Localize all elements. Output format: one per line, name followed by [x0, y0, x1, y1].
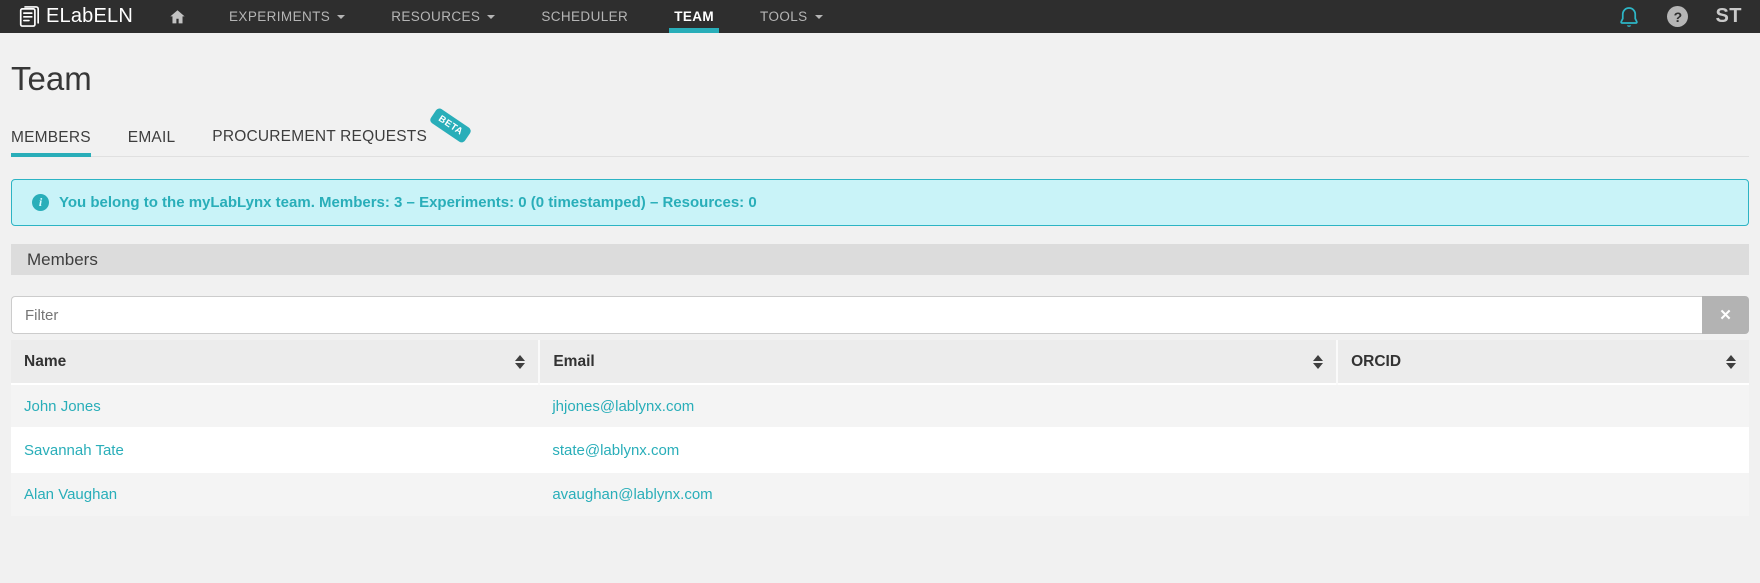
column-header-email-label: Email: [553, 353, 594, 370]
team-tabs: MEMBERS EMAIL PROCUREMENT REQUESTSBETA: [11, 128, 1749, 157]
nav-resources[interactable]: RESOURCES: [386, 0, 500, 33]
info-icon: i: [32, 194, 49, 211]
tab-procurement-requests[interactable]: PROCUREMENT REQUESTSBETA: [212, 128, 468, 156]
members-table: Name Email ORCID John Jones jhjones@labl…: [11, 340, 1749, 516]
nav-experiments-label: EXPERIMENTS: [229, 9, 330, 24]
team-info-text: You belong to the myLabLynx team. Member…: [59, 194, 757, 211]
sort-icon[interactable]: [1726, 355, 1736, 369]
nav-experiments[interactable]: EXPERIMENTS: [224, 0, 350, 33]
nav-tools[interactable]: TOOLS: [755, 0, 828, 33]
tab-members[interactable]: MEMBERS: [11, 129, 91, 156]
member-name-link[interactable]: John Jones: [24, 398, 101, 415]
nav-scheduler[interactable]: SCHEDULER: [536, 0, 633, 33]
filter-input[interactable]: [11, 296, 1702, 334]
user-menu-avatar[interactable]: ST: [1715, 5, 1742, 28]
member-orcid-cell: [1337, 384, 1749, 428]
nav-resources-label: RESOURCES: [391, 9, 480, 24]
question-icon: ?: [1667, 6, 1688, 27]
journal-icon: [16, 3, 43, 30]
nav-team[interactable]: TEAM: [669, 0, 719, 33]
page-content: Team MEMBERS EMAIL PROCUREMENT REQUESTSB…: [11, 60, 1749, 516]
column-header-orcid-label: ORCID: [1351, 353, 1401, 370]
member-email-link[interactable]: avaughan@lablynx.com: [552, 486, 712, 503]
sort-icon[interactable]: [1313, 355, 1323, 369]
beta-badge: BETA: [429, 107, 473, 144]
tab-email[interactable]: EMAIL: [128, 129, 176, 156]
member-name-link[interactable]: Savannah Tate: [24, 442, 124, 459]
member-orcid-cell: [1337, 428, 1749, 472]
caret-down-icon: [487, 15, 495, 19]
brand-logo[interactable]: ELabELN: [16, 0, 133, 33]
column-header-email[interactable]: Email: [539, 340, 1337, 384]
brand-name: ELabELN: [46, 5, 133, 28]
filter-row: ✕: [11, 296, 1749, 334]
member-name-link[interactable]: Alan Vaughan: [24, 486, 117, 503]
table-row: John Jones jhjones@lablynx.com: [11, 384, 1749, 428]
team-info-alert: i You belong to the myLabLynx team. Memb…: [11, 179, 1749, 226]
caret-down-icon: [337, 15, 345, 19]
page-title: Team: [11, 60, 1749, 98]
top-navbar: ELabELN EXPERIMENTS RESOURCES SCHEDULER …: [0, 0, 1760, 33]
nav-team-label: TEAM: [674, 9, 714, 24]
notifications-button[interactable]: [1618, 5, 1640, 29]
column-header-orcid[interactable]: ORCID: [1337, 340, 1749, 384]
nav-scheduler-label: SCHEDULER: [541, 9, 628, 24]
help-button[interactable]: ?: [1667, 6, 1688, 27]
members-section-title: Members: [27, 250, 98, 270]
home-icon: [168, 8, 187, 26]
table-row: Savannah Tate state@lablynx.com: [11, 428, 1749, 472]
nav-home[interactable]: [163, 0, 192, 33]
nav-tools-label: TOOLS: [760, 9, 808, 24]
table-header-row: Name Email ORCID: [11, 340, 1749, 384]
member-orcid-cell: [1337, 472, 1749, 516]
navbar-actions: ? ST: [1618, 0, 1742, 33]
column-header-name-label: Name: [24, 353, 66, 370]
member-email-link[interactable]: state@lablynx.com: [552, 442, 679, 459]
primary-nav: EXPERIMENTS RESOURCES SCHEDULER TEAM TOO…: [163, 0, 864, 33]
filter-clear-button[interactable]: ✕: [1702, 296, 1749, 334]
table-row: Alan Vaughan avaughan@lablynx.com: [11, 472, 1749, 516]
column-header-name[interactable]: Name: [11, 340, 539, 384]
caret-down-icon: [815, 15, 823, 19]
members-section-header: Members: [11, 244, 1749, 275]
tab-procurement-requests-label: PROCUREMENT REQUESTS: [212, 128, 427, 145]
sort-icon[interactable]: [515, 355, 525, 369]
bell-icon: [1618, 5, 1640, 29]
tab-email-label: EMAIL: [128, 129, 176, 146]
member-email-link[interactable]: jhjones@lablynx.com: [552, 398, 694, 415]
tab-members-label: MEMBERS: [11, 129, 91, 146]
